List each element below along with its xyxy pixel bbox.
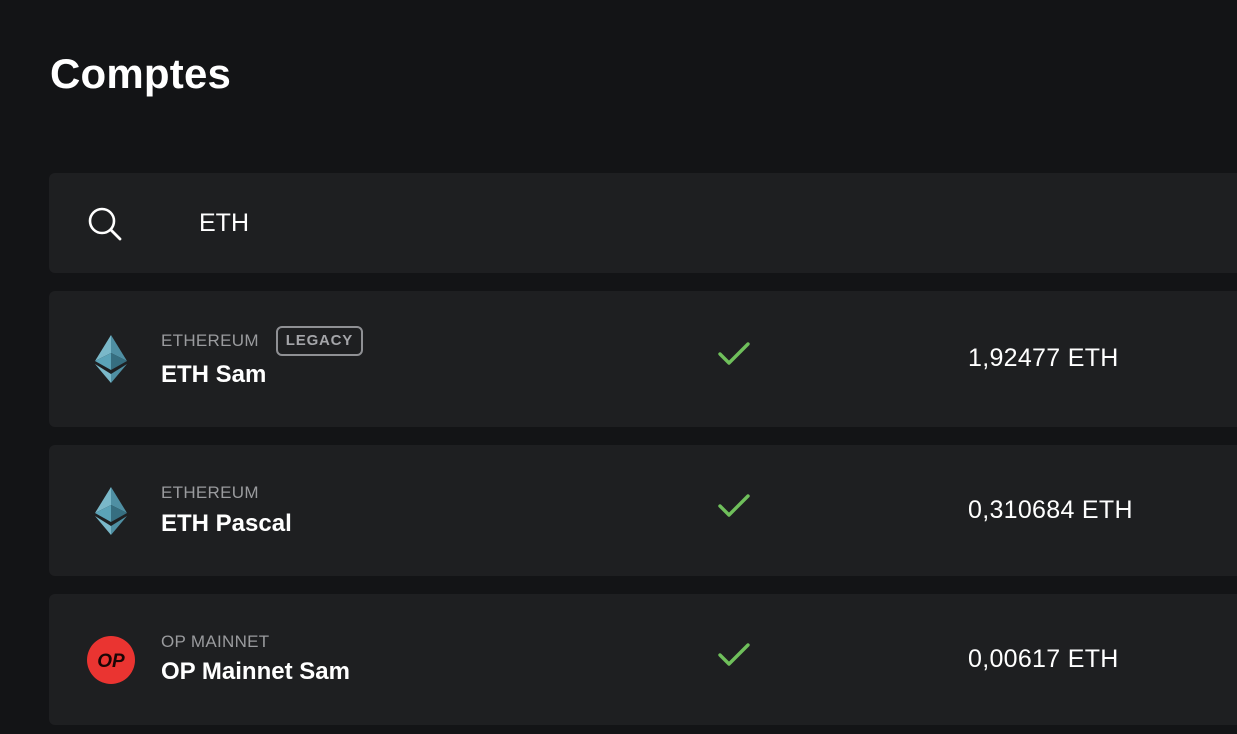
network-line: ETHEREUM LEGACY: [161, 326, 364, 356]
search-input[interactable]: [199, 203, 1099, 243]
account-balance: 0,00617 ETH: [968, 645, 1119, 673]
account-row-eth-sam[interactable]: ETHEREUM LEGACY ETH Sam 1,92477 ETH: [49, 291, 1237, 427]
check-icon: [717, 642, 751, 668]
account-name: ETH Pascal: [161, 510, 292, 537]
search-icon: [87, 206, 123, 242]
legacy-badge: LEGACY: [275, 326, 364, 356]
network-line: OP MAINNET: [161, 632, 269, 652]
account-row-eth-pascal[interactable]: ETHEREUM ETH Pascal 0,310684 ETH: [49, 445, 1237, 576]
ethereum-icon: [87, 487, 135, 535]
network-line: ETHEREUM: [161, 483, 259, 503]
network-label: OP MAINNET: [161, 632, 270, 651]
account-row-op-mainnet-sam[interactable]: OP OP MAINNET OP Mainnet Sam 0,00617 ETH: [49, 594, 1237, 725]
account-balance: 0,310684 ETH: [968, 496, 1133, 524]
network-label: ETHEREUM: [161, 483, 259, 502]
svg-text:OP: OP: [97, 651, 125, 672]
network-label: ETHEREUM: [161, 331, 259, 350]
check-icon: [717, 493, 751, 519]
account-name: ETH Sam: [161, 361, 267, 388]
search-bar[interactable]: [49, 173, 1237, 273]
account-balance: 1,92477 ETH: [968, 344, 1119, 372]
ethereum-icon: [87, 335, 135, 383]
check-icon: [717, 341, 751, 367]
account-name: OP Mainnet Sam: [161, 658, 350, 685]
page-title: Comptes: [50, 50, 232, 97]
op-mainnet-icon: OP: [87, 636, 135, 684]
